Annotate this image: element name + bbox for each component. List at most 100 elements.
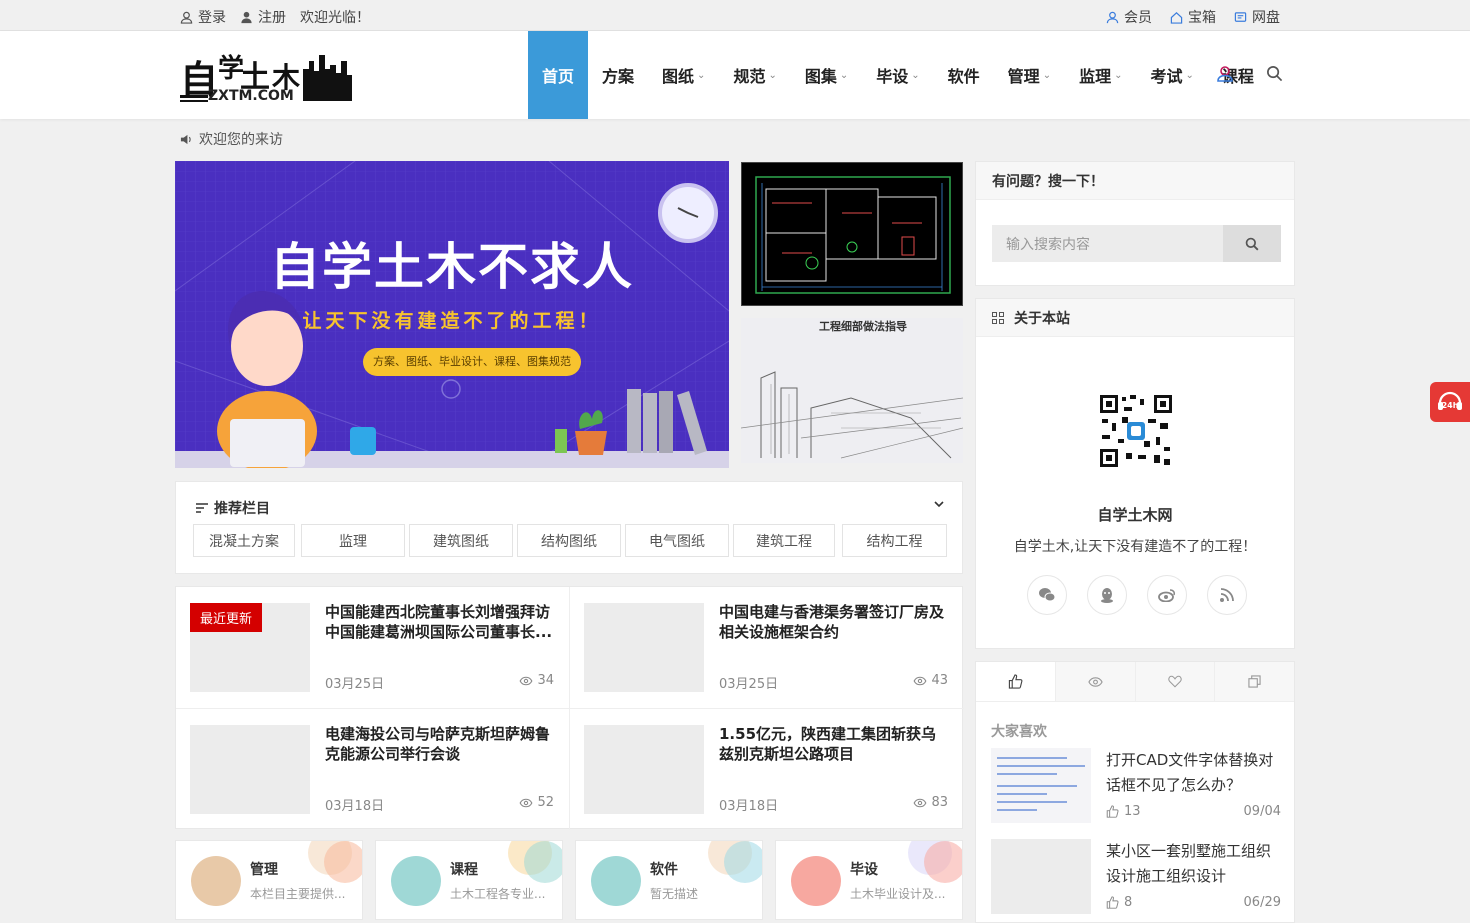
post-card[interactable]: 电建海投公司与哈萨克斯坦萨姆鲁克能源公司举行会谈 03月18日 52 <box>176 709 570 830</box>
thumbs-up-icon <box>1106 805 1119 818</box>
post-title[interactable]: 1.55亿元，陕西建工集团斩获乌兹别克斯坦公路项目 <box>719 724 949 766</box>
tab-favorites[interactable] <box>1135 662 1216 701</box>
like-count: 8 <box>1124 895 1133 910</box>
treasure-link[interactable]: 宝箱 <box>1170 7 1216 27</box>
main-nav: 首页 方案 图纸 ⌄ 规范 ⌄ 图集 ⌄ 毕设 ⌄ 软件 管理 ⌄ 监理 ⌄ 考试 ⌄ 课程 <box>528 31 1268 119</box>
category-name: 课程 <box>450 862 478 878</box>
popular-title[interactable]: 打开CAD文件字体替换对话框不见了怎么办？ <box>1106 748 1281 798</box>
construction-sketch-thumbnail[interactable]: 工程细部做法指导 <box>741 318 963 463</box>
post-card[interactable]: 中国电建与香港渠务署签订厂房及相关设施框架合约 03月25日 43 <box>570 587 964 708</box>
hero-banner[interactable]: 自学土木不求人 让天下没有建造不了的工程！ 方案、图纸、毕业设计、课程、图集规范 <box>175 161 729 468</box>
support-24h-button[interactable]: 24h <box>1430 382 1470 422</box>
header-search-button[interactable] <box>1266 65 1283 86</box>
category-name: 管理 <box>250 862 278 878</box>
nav-item[interactable]: 首页 <box>528 31 589 119</box>
search-submit-button[interactable] <box>1223 225 1281 262</box>
post-title[interactable]: 电建海投公司与哈萨克斯坦萨姆鲁克能源公司举行会谈 <box>325 724 555 766</box>
weibo-button[interactable] <box>1147 575 1187 615</box>
category-card[interactable]: 课程土木工程各专业... <box>375 840 563 920</box>
popular-likes: 13 <box>1106 804 1141 819</box>
sketch-caption: 工程细部做法指导 <box>819 320 907 333</box>
login-label: 登录 <box>198 10 226 26</box>
popular-thumbnail[interactable] <box>991 839 1091 914</box>
post-thumbnail[interactable] <box>584 603 704 692</box>
nav-item-label: 方案 <box>602 67 635 86</box>
popular-thumbnail[interactable] <box>991 748 1091 823</box>
svg-text:ZXTM.COM: ZXTM.COM <box>208 88 294 103</box>
member-link[interactable]: 会员 <box>1106 7 1152 27</box>
category-name: 软件 <box>650 862 678 878</box>
recommend-tag[interactable]: 混凝土方案 <box>193 524 295 557</box>
banner-subtitle: 让天下没有建造不了的工程！ <box>302 310 602 332</box>
category-description: 土木工程各专业... <box>450 887 546 901</box>
nav-item[interactable]: 软件 <box>934 31 994 119</box>
nav-item[interactable]: 考试 ⌄ <box>1136 31 1207 119</box>
post-title[interactable]: 中国电建与香港渠务署签订厂房及相关设施框架合约 <box>719 602 949 644</box>
recommend-tag[interactable]: 建筑图纸 <box>409 524 513 557</box>
user-center-button[interactable] <box>1216 65 1234 87</box>
sort-icon <box>196 503 208 513</box>
post-views: 52 <box>519 795 554 810</box>
notice-text: 欢迎您的来访 <box>199 132 283 148</box>
popular-item[interactable]: 打开CAD文件字体替换对话框不见了怎么办？ 13 09/04 <box>991 748 1281 828</box>
post-card[interactable]: 1.55亿元，陕西建工集团斩获乌兹别克斯坦公路项目 03月18日 83 <box>570 709 964 830</box>
recommend-tag[interactable]: 结构图纸 <box>517 524 621 557</box>
post-title[interactable]: 中国能建西北院董事长刘增强拜访中国能建葛洲坝国际公司董事长... <box>325 602 555 644</box>
nav-item[interactable]: 毕设 ⌄ <box>862 31 933 119</box>
nav-item[interactable]: 图纸 ⌄ <box>648 31 719 119</box>
cad-drawing-thumbnail[interactable] <box>741 162 963 306</box>
wechat-icon <box>1039 588 1056 602</box>
recommend-tag[interactable]: 建筑工程 <box>733 524 835 557</box>
popular-tabs <box>976 662 1294 702</box>
register-link[interactable]: 注册 <box>240 7 286 27</box>
nav-item[interactable]: 监理 ⌄ <box>1065 31 1136 119</box>
tab-likes[interactable] <box>976 662 1056 701</box>
category-card[interactable]: 软件 暂无描述 <box>575 840 763 920</box>
heart-icon <box>1168 675 1182 688</box>
chevron-down-icon: ⌄ <box>768 69 777 81</box>
qq-icon <box>1101 588 1113 603</box>
nav-item[interactable]: 管理 ⌄ <box>994 31 1065 119</box>
site-header: 自 学 土 木 ZXTM.COM 首页 方案 图纸 ⌄ 规范 ⌄ 图集 ⌄ 毕设 ⌄ 软件 管理 ⌄ 监理… <box>0 31 1470 119</box>
recommend-tag[interactable]: 电气图纸 <box>625 524 729 557</box>
recommend-header: 推荐栏目 <box>196 498 270 518</box>
post-view-count: 34 <box>537 673 554 688</box>
about-title: 关于本站 <box>1014 310 1070 327</box>
recommend-tag[interactable]: 监理 <box>301 524 405 557</box>
chevron-down-icon: ⌄ <box>697 69 706 81</box>
top-bar-left: 登录 注册 欢迎光临！ <box>180 7 370 27</box>
grid-icon <box>992 311 1004 324</box>
decor-bubble <box>924 841 962 883</box>
site-logo[interactable]: 自 学 土 木 ZXTM.COM <box>178 49 370 104</box>
nav-item[interactable]: 方案 <box>588 31 648 119</box>
recommend-tag[interactable]: 结构工程 <box>842 524 947 557</box>
nav-item[interactable]: 图集 ⌄ <box>791 31 862 119</box>
top-bar: 登录 注册 欢迎光临！ 会员 宝箱 网盘 <box>0 0 1470 31</box>
post-view-count: 52 <box>537 795 554 810</box>
welcome-text: 欢迎光临！ <box>300 10 370 26</box>
nav-item-label: 软件 <box>947 67 980 86</box>
collapse-chevron-icon[interactable] <box>934 500 944 508</box>
post-grid: 最近更新 中国能建西北院董事长刘增强拜访中国能建葛洲坝国际公司董事长... 03月2… <box>175 586 964 830</box>
search-input[interactable]: 输入搜索内容 <box>992 225 1224 262</box>
category-avatar <box>191 856 241 906</box>
category-card[interactable]: 管理 本栏目主要提供... <box>175 840 363 920</box>
nav-item-label: 考试 <box>1150 67 1183 86</box>
popular-item[interactable]: 某小区一套别墅施工组织设计施工组织设计 8 06/29 <box>991 839 1281 919</box>
site-name: 自学土木网 <box>1097 506 1173 524</box>
tab-views[interactable] <box>1055 662 1136 701</box>
tab-copy[interactable] <box>1215 662 1294 701</box>
category-card[interactable]: 毕设 土木毕业设计及... <box>775 840 963 920</box>
notice-bar: 欢迎您的来访 <box>180 129 283 149</box>
rss-button[interactable] <box>1207 575 1247 615</box>
post-thumbnail[interactable] <box>190 725 310 814</box>
disk-link[interactable]: 网盘 <box>1234 7 1280 27</box>
qq-button[interactable] <box>1087 575 1127 615</box>
popular-title[interactable]: 某小区一套别墅施工组织设计施工组织设计 <box>1106 839 1281 889</box>
nav-item[interactable]: 规范 ⌄ <box>719 31 790 119</box>
wechat-button[interactable] <box>1027 575 1067 615</box>
post-thumbnail[interactable] <box>584 725 704 814</box>
post-card[interactable]: 最近更新 中国能建西北院董事长刘增强拜访中国能建葛洲坝国际公司董事长... 03月2… <box>176 587 570 708</box>
search-widget-title: 有问题？搜一下！ <box>992 173 1104 190</box>
login-link[interactable]: 登录 <box>180 7 226 27</box>
